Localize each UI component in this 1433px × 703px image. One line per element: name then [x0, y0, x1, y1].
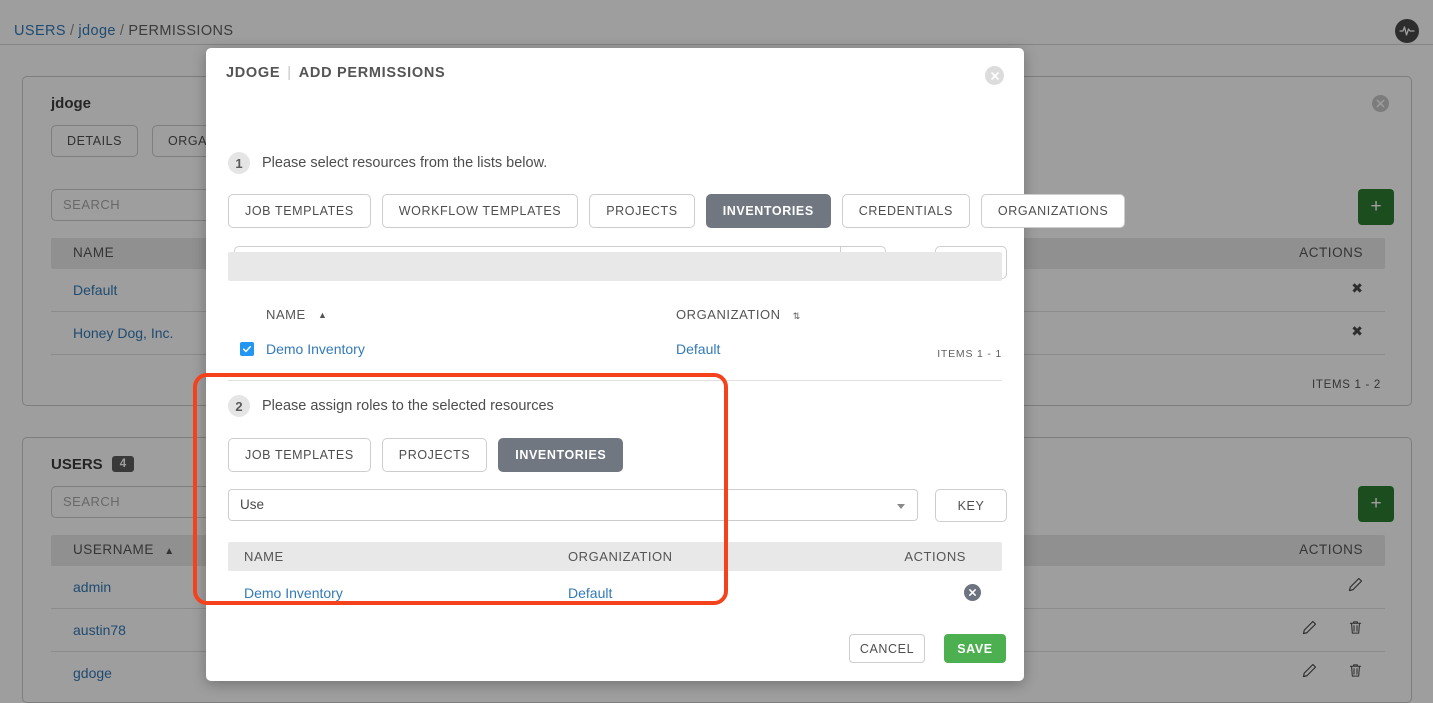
page-root: USERS/jdoge/PERMISSIONS jdoge DETAILS OR…: [0, 0, 1433, 703]
tab-job-templates[interactable]: JOB TEMPLATES: [228, 194, 371, 228]
assigned-row-organization[interactable]: Default: [568, 585, 612, 601]
step-1-column-organization[interactable]: ORGANIZATION ⇅: [676, 307, 801, 322]
cancel-button[interactable]: CANCEL: [849, 634, 925, 663]
save-button[interactable]: SAVE: [944, 634, 1006, 663]
role-select[interactable]: Use: [228, 489, 918, 521]
tab-inventories[interactable]: INVENTORIES: [498, 438, 624, 472]
add-permissions-modal: JDOGE | ADD PERMISSIONS 1 Please select re…: [206, 48, 1126, 681]
tab-workflow-templates[interactable]: WORKFLOW TEMPLATES: [381, 194, 579, 228]
tab-organizations[interactable]: ORGANIZATIONS: [980, 194, 1126, 228]
chevron-down-icon: [897, 504, 905, 509]
tab-inventories[interactable]: INVENTORIES: [705, 194, 831, 228]
role-select-value: Use: [240, 497, 265, 512]
step-2-number: 2: [228, 395, 250, 417]
modal-header: JDOGE | ADD PERMISSIONS: [206, 48, 1024, 99]
modal-title: JDOGE | ADD PERMISSIONS: [226, 65, 445, 81]
step-1-number: 1: [228, 152, 250, 174]
step-1-column-organization-label: ORGANIZATION: [676, 307, 781, 322]
sort-asc-icon: ▲: [317, 310, 328, 320]
step-1-items-count: ITEMS 1 - 1: [937, 348, 1002, 360]
step-2-role-tabs: JOB TEMPLATES PROJECTS INVENTORIES: [228, 438, 624, 472]
modal-title-action: ADD PERMISSIONS: [298, 65, 446, 81]
step-1-table-header: [228, 252, 1002, 281]
resource-row-name[interactable]: Demo Inventory: [266, 341, 365, 357]
tab-projects[interactable]: PROJECTS: [381, 438, 488, 472]
tab-credentials[interactable]: CREDENTIALS: [841, 194, 970, 228]
step-1-column-name-label: NAME: [266, 307, 306, 322]
step-2-row: 2 Please assign roles to the selected re…: [228, 395, 554, 417]
section-divider: [228, 380, 1002, 381]
resource-row-checkbox[interactable]: [240, 342, 254, 356]
modal-title-user: JDOGE: [226, 65, 281, 81]
step-2-column-actions: ACTIONS: [904, 549, 966, 564]
step-1-row: 1 Please select resources from the lists…: [228, 152, 547, 174]
tab-job-templates[interactable]: JOB TEMPLATES: [228, 438, 371, 472]
assigned-row-name[interactable]: Demo Inventory: [244, 585, 343, 601]
sort-both-icon: ⇅: [792, 311, 801, 321]
step-2-table-header: NAME ORGANIZATION ACTIONS: [228, 542, 1002, 571]
step-1-instruction: Please select resources from the lists b…: [262, 155, 548, 171]
step-2-column-name: NAME: [244, 549, 284, 564]
step-2-key-button[interactable]: KEY: [935, 489, 1007, 522]
resource-row-organization[interactable]: Default: [676, 341, 720, 357]
modal-title-divider: |: [287, 65, 292, 81]
step-2-column-organization: ORGANIZATION: [568, 549, 673, 564]
remove-circle-icon[interactable]: [964, 584, 981, 601]
step-2-instruction: Please assign roles to the selected reso…: [262, 398, 554, 414]
step-1-resource-tabs: JOB TEMPLATES WORKFLOW TEMPLATES PROJECT…: [228, 194, 1126, 228]
close-icon[interactable]: [985, 66, 1004, 85]
step-1-column-name[interactable]: NAME ▲: [266, 307, 327, 322]
tab-projects[interactable]: PROJECTS: [589, 194, 695, 228]
